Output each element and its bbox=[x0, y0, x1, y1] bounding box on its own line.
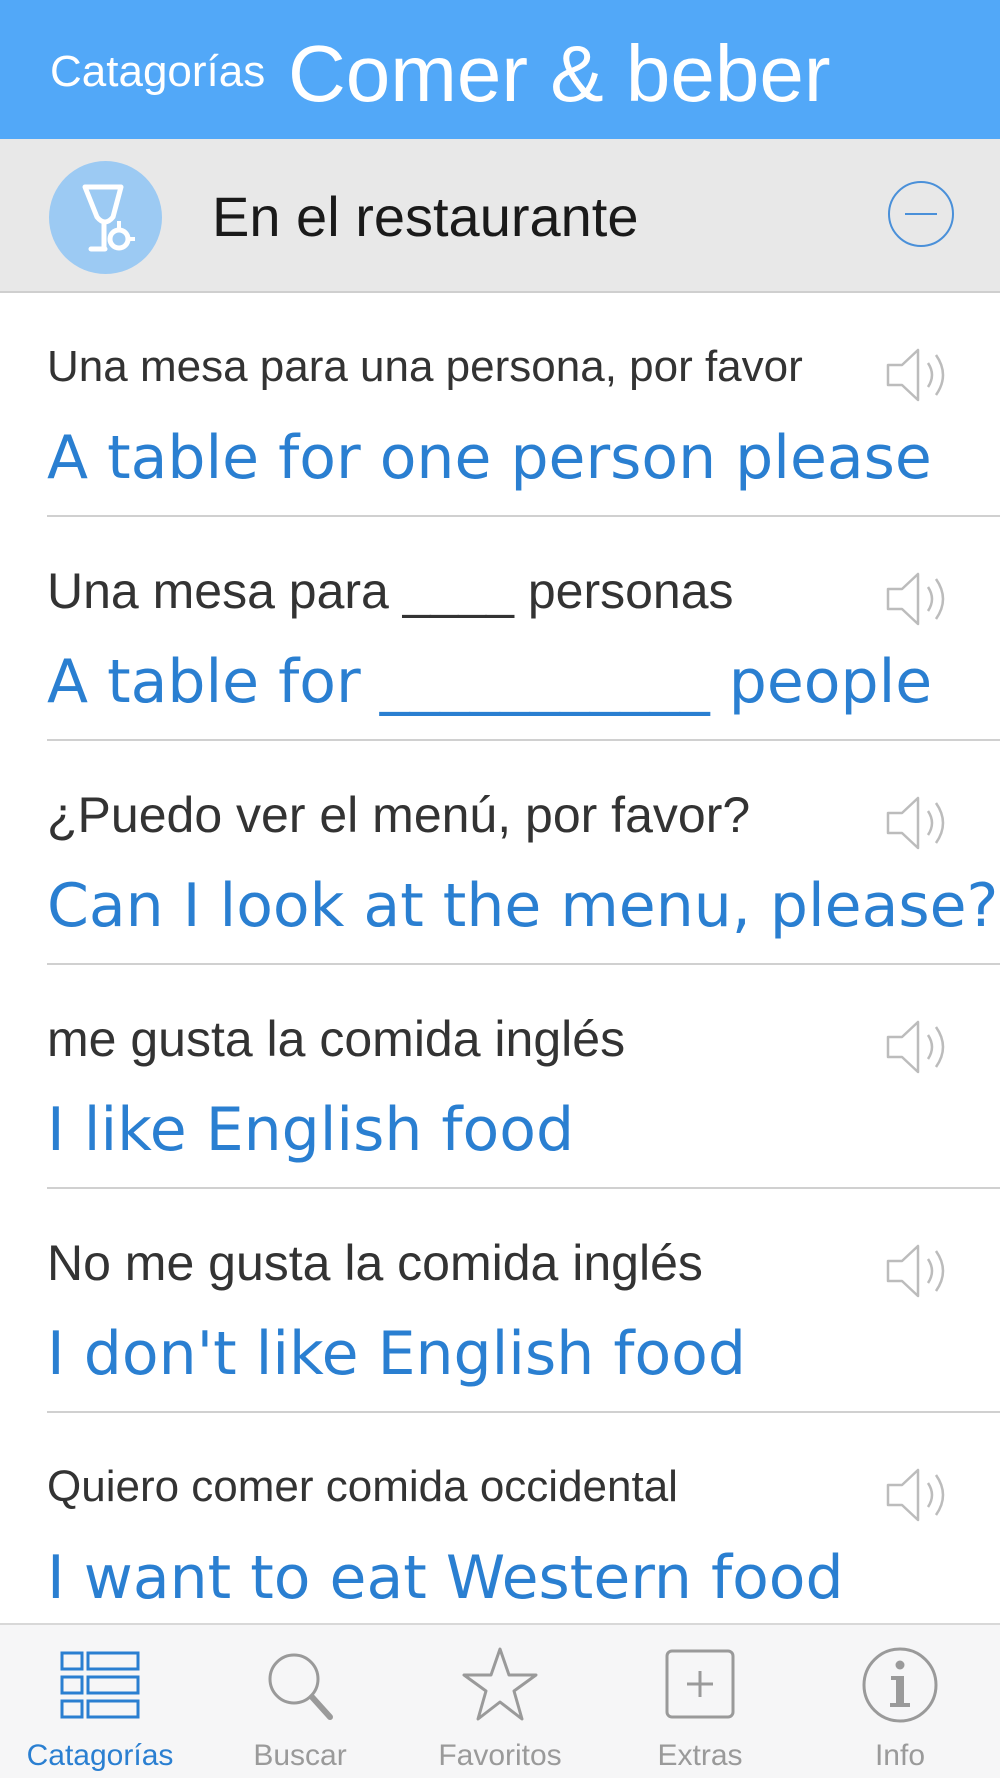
tab-favoritos[interactable]: Favoritos bbox=[400, 1625, 600, 1778]
wine-glass-icon bbox=[49, 161, 162, 274]
speaker-icon[interactable] bbox=[882, 345, 956, 405]
tab-extras[interactable]: Extras bbox=[600, 1625, 800, 1778]
section-title: En el restaurante bbox=[212, 185, 639, 248]
collapse-section-button[interactable] bbox=[888, 181, 954, 247]
phrase-native-text: Una mesa para ____ personas bbox=[47, 563, 734, 619]
phrase-translation-text: A table for ___________ people bbox=[47, 647, 933, 717]
speaker-icon[interactable] bbox=[882, 1017, 956, 1077]
section-header[interactable]: En el restaurante bbox=[0, 139, 1000, 293]
phrase-native-text: No me gusta la comida inglés bbox=[47, 1235, 703, 1291]
page-title: Comer & beber bbox=[288, 29, 831, 118]
phrase-native-text: Una mesa para una persona, por favor bbox=[47, 342, 803, 391]
speaker-icon[interactable] bbox=[882, 1465, 956, 1525]
phrase-native-text: me gusta la comida inglés bbox=[47, 1011, 626, 1067]
tab-buscar[interactable]: Buscar bbox=[200, 1625, 400, 1778]
info-icon bbox=[858, 1645, 942, 1725]
tab-label: Catagorías bbox=[26, 1739, 174, 1772]
phrase-translation-text: I don't like English food bbox=[47, 1319, 746, 1389]
list-icon bbox=[58, 1645, 142, 1725]
phrase-row[interactable]: me gusta la comida inglés I like English… bbox=[47, 965, 1000, 1189]
phrase-row[interactable]: Quiero comer comida occidental I want to… bbox=[47, 1413, 1000, 1637]
star-icon bbox=[458, 1645, 542, 1725]
phrase-translation-text: I want to eat Western food bbox=[47, 1543, 844, 1613]
phrase-translation-text: A table for one person please bbox=[47, 423, 932, 493]
phrase-native-text: ¿Puedo ver el menú, por favor? bbox=[47, 787, 751, 843]
tab-label: Favoritos bbox=[438, 1739, 562, 1772]
plus-square-icon bbox=[658, 1645, 742, 1725]
speaker-icon[interactable] bbox=[882, 569, 956, 629]
search-icon bbox=[258, 1645, 342, 1725]
tab-catagorias[interactable]: Catagorías bbox=[0, 1625, 200, 1778]
phrase-row[interactable]: No me gusta la comida inglés I don't lik… bbox=[47, 1189, 1000, 1413]
back-button[interactable]: Catagorías bbox=[50, 44, 265, 100]
navigation-bar: Catagorías Comer & beber bbox=[0, 0, 1000, 139]
tab-info[interactable]: Info bbox=[800, 1625, 1000, 1778]
tab-label: Info bbox=[874, 1739, 926, 1772]
phrase-list: Una mesa para una persona, por favor A t… bbox=[0, 293, 1000, 1637]
phrase-row[interactable]: ¿Puedo ver el menú, por favor? Can I loo… bbox=[47, 741, 1000, 965]
phrase-row[interactable]: Una mesa para ____ personas A table for … bbox=[47, 517, 1000, 741]
phrase-native-text: Quiero comer comida occidental bbox=[47, 1462, 678, 1511]
tab-label: Buscar bbox=[253, 1739, 347, 1772]
phrase-translation-text: Can I look at the menu, please? bbox=[47, 871, 999, 941]
speaker-icon[interactable] bbox=[882, 793, 956, 853]
phrase-row[interactable]: Una mesa para una persona, por favor A t… bbox=[47, 293, 1000, 517]
tab-bar: Catagorías Buscar Favoritos Extras Info bbox=[0, 1623, 1000, 1778]
phrase-translation-text: I like English food bbox=[47, 1095, 575, 1165]
tab-label: Extras bbox=[657, 1739, 743, 1772]
speaker-icon[interactable] bbox=[882, 1241, 956, 1301]
